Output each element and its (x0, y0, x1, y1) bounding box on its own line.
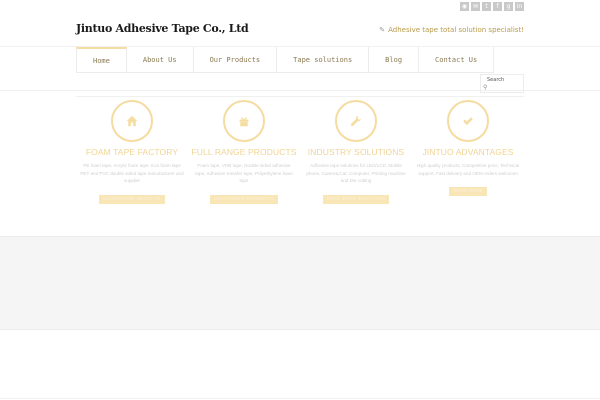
feature-icon-circle (223, 100, 265, 142)
feature-jintuo-advantages: JINTUO ADVANTAGES High quality products,… (412, 98, 524, 234)
feature-icon-circle (111, 100, 153, 142)
read-more-solutions-button[interactable]: READ MORE SOLUTIONS (322, 194, 390, 204)
search-label: Search (487, 77, 505, 83)
feature-icon-circle (447, 100, 489, 142)
navbar-divider (0, 90, 600, 91)
pencil-icon: ✎ (379, 26, 386, 34)
mail-icon[interactable]: ✉ (471, 2, 480, 11)
feature-description: Foam tape, VHB tape, Double sided adhesi… (195, 163, 293, 183)
feature-full-range-products: FULL RANGE PRODUCTS Foam tape, VHB tape,… (188, 98, 300, 234)
social-icons: ◉ ✉ t f g in (460, 2, 524, 11)
read-more-button[interactable]: READ MORE (449, 187, 487, 196)
feature-icon-circle (335, 100, 377, 142)
nav-item-home[interactable]: Home (76, 47, 127, 73)
learn-more-products-button[interactable]: LEARN MORE PRODUCTS (209, 194, 279, 204)
wrench-icon (350, 116, 361, 127)
feature-industry-solutions: INDUSTRY SOLUTIONS Adhesive tape solutio… (300, 98, 412, 234)
facebook-icon[interactable]: f (493, 2, 502, 11)
linkedin-icon[interactable]: in (515, 2, 524, 11)
nav-item-contact-us[interactable]: Contact Us (419, 47, 495, 73)
site-header: Jintuo Adhesive Tape Co., Ltd ◉ ✉ t f g … (0, 0, 600, 46)
nav-item-tape-solutions[interactable]: Tape solutions (277, 47, 370, 73)
main-menu: Home About Us Our Products Tape solution… (76, 47, 495, 73)
feature-description: Adhesive tape solutions for LED/LCD, Mob… (306, 163, 406, 183)
slogan-text: Adhesive tape total solution specialist! (388, 26, 524, 34)
main-navigation-bar: Home About Us Our Products Tape solution… (0, 46, 600, 93)
home-icon (126, 115, 138, 127)
feature-description: High quality products, Competitive price… (416, 163, 520, 176)
section-divider (76, 96, 524, 97)
twitter-icon[interactable]: t (482, 2, 491, 11)
nav-item-our-products[interactable]: Our Products (193, 47, 278, 73)
rss-icon[interactable]: ◉ (460, 2, 469, 11)
feature-foam-tape-factory: FOAM TAPE FACTORY PE foam tape, Acrylic … (76, 98, 188, 234)
feature-title: FOAM TAPE FACTORY (85, 147, 179, 157)
feature-description: PE foam tape, Acrylic foam tape, Eva foa… (80, 163, 184, 183)
features-row: FOAM TAPE FACTORY PE foam tape, Acrylic … (76, 98, 524, 234)
feature-title: INDUSTRY SOLUTIONS (307, 147, 405, 157)
gift-icon (239, 117, 249, 127)
content-band (0, 236, 600, 330)
feature-title: FULL RANGE PRODUCTS (191, 147, 297, 157)
learn-more-about-us-button[interactable]: LEARN MORE ABOUT US (99, 194, 165, 204)
nav-item-about-us[interactable]: About Us (126, 47, 194, 73)
check-icon (463, 117, 473, 126)
nav-item-blog[interactable]: Blog (369, 47, 420, 73)
feature-title: JINTUO ADVANTAGES (422, 147, 514, 157)
footer-divider (0, 398, 600, 399)
site-slogan: ✎ Adhesive tape total solution specialis… (379, 26, 524, 34)
site-logo[interactable]: Jintuo Adhesive Tape Co., Ltd (76, 22, 249, 35)
googleplus-icon[interactable]: g (504, 2, 513, 11)
